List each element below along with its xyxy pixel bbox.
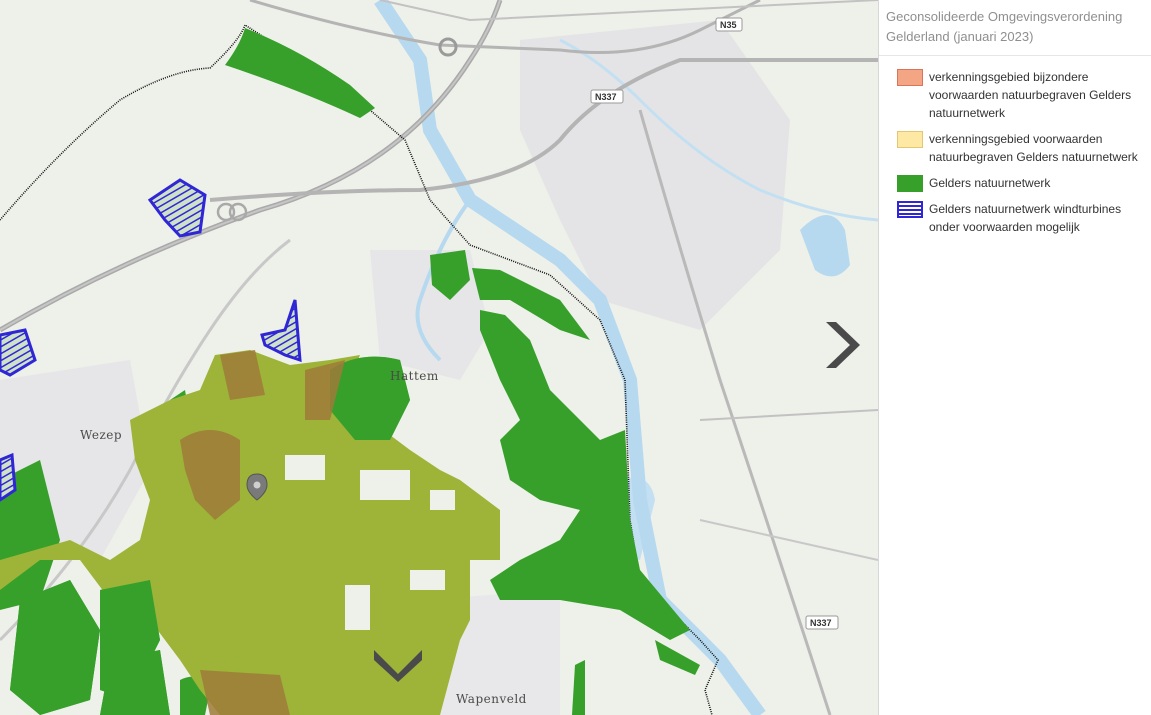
road-shield-n337-north: N337 [590,89,624,104]
salmon-fill-swatch [897,69,923,86]
blue-hatched-swatch [897,201,923,218]
svg-text:N337: N337 [810,618,832,628]
chevron-right-icon[interactable] [822,318,862,372]
place-label-wezep: Wezep [80,428,122,442]
chevron-down-icon[interactable] [372,646,424,684]
legend-label: Gelders natuurnetwerk windturbines onder… [929,202,1122,234]
map-canvas[interactable]: Wezep Hattem Wapenveld N35 N337 N337 [0,0,878,715]
legend-label: verkenningsgebied bijzondere voorwaarden… [929,70,1132,120]
map-view[interactable]: Wezep Hattem Wapenveld N35 N337 N337 [0,0,878,715]
legend-item: Gelders natuurnetwerk [879,174,1151,192]
yellow-fill-swatch [897,131,923,148]
road-shield-n337-south: N337 [805,615,839,630]
place-label-hattem: Hattem [390,369,439,383]
road-shield-n35: N35 [715,17,743,32]
legend-label: verkenningsgebied voorwaarden natuurbegr… [929,132,1138,164]
legend-item: verkenningsgebied bijzondere voorwaarden… [879,68,1151,122]
place-label-wapenveld: Wapenveld [456,692,527,706]
legend-item: Gelders natuurnetwerk windturbines onder… [879,200,1151,236]
legend-label: Gelders natuurnetwerk [929,176,1051,190]
legend-item: verkenningsgebied voorwaarden natuurbegr… [879,130,1151,166]
panel-title: Geconsolideerde Omgevingsverordening Gel… [879,0,1151,56]
legend-panel: Geconsolideerde Omgevingsverordening Gel… [878,0,1151,715]
svg-text:N35: N35 [720,20,737,30]
legend-list: verkenningsgebied bijzondere voorwaarden… [879,56,1151,236]
svg-text:N337: N337 [595,92,617,102]
green-fill-swatch [897,175,923,192]
